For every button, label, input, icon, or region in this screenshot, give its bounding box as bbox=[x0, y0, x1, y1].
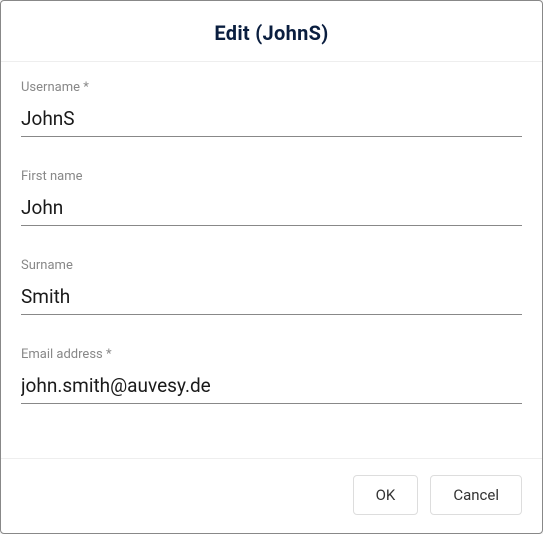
firstname-label: First name bbox=[21, 169, 522, 184]
dialog-body: Username * First name Surname Email addr… bbox=[1, 62, 542, 458]
email-input[interactable] bbox=[21, 370, 522, 404]
field-username: Username * bbox=[21, 80, 522, 137]
username-input[interactable] bbox=[21, 103, 522, 137]
surname-input[interactable] bbox=[21, 281, 522, 315]
dialog-footer: OK Cancel bbox=[1, 458, 542, 533]
dialog-header: Edit (JohnS) bbox=[1, 1, 542, 62]
field-email: Email address * bbox=[21, 347, 522, 404]
edit-user-dialog: Edit (JohnS) Username * First name Surna… bbox=[0, 0, 543, 534]
username-label: Username * bbox=[21, 80, 522, 95]
ok-button[interactable]: OK bbox=[353, 475, 419, 515]
dialog-title: Edit (JohnS) bbox=[17, 21, 526, 45]
cancel-button[interactable]: Cancel bbox=[430, 475, 522, 515]
email-label: Email address * bbox=[21, 347, 522, 362]
field-firstname: First name bbox=[21, 169, 522, 226]
surname-label: Surname bbox=[21, 258, 522, 273]
field-surname: Surname bbox=[21, 258, 522, 315]
firstname-input[interactable] bbox=[21, 192, 522, 226]
